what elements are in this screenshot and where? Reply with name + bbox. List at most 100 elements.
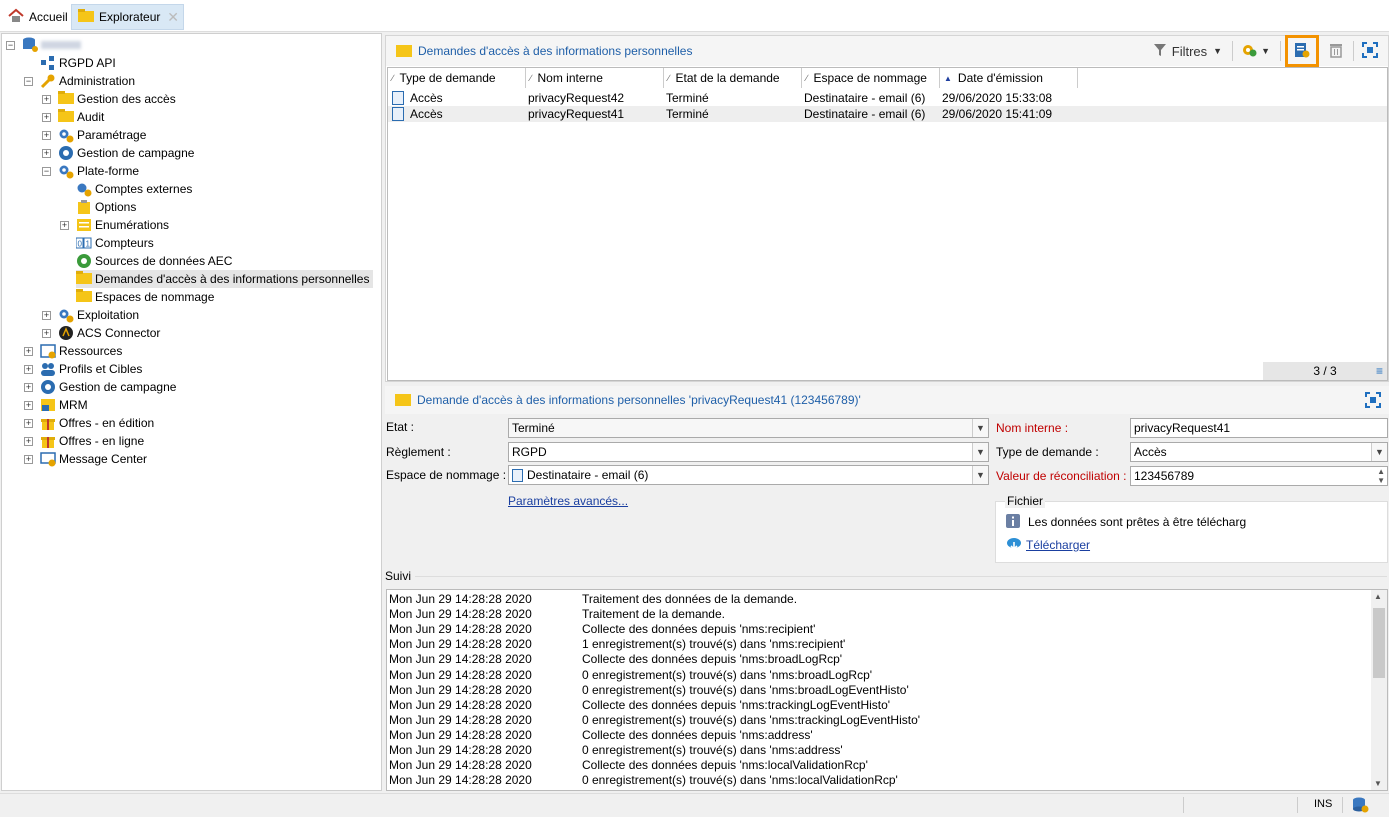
tree-item[interactable]: RGPD API	[40, 54, 120, 72]
request-grid: ∕ Type de demande ∕ Nom interne ∕ Etat de la …	[387, 67, 1388, 381]
tree-expander[interactable]: −	[6, 41, 15, 50]
sort-icon: ∕	[530, 73, 532, 83]
table-row[interactable]: Accès privacyRequest41 Terminé Destinataire…	[388, 106, 1387, 122]
tree-expander[interactable]: −	[24, 77, 33, 86]
tree-expander[interactable]: +	[42, 131, 51, 140]
tree-item-label: Plate-forme	[77, 164, 140, 178]
tree-expander[interactable]: +	[24, 347, 33, 356]
tree-expander[interactable]: +	[42, 113, 51, 122]
espace-value: Destinataire - email (6)	[527, 468, 649, 482]
new-request-button[interactable]	[1285, 35, 1319, 67]
espace-select[interactable]: Destinataire - email (6) ▼	[508, 465, 989, 485]
tree-item[interactable]: ACS Connector	[58, 324, 164, 342]
tree-item[interactable]: Plate-forme	[58, 162, 143, 180]
tree-item[interactable]: Enumérations	[76, 216, 173, 234]
tree-item[interactable]: Gestion des accès	[58, 90, 180, 108]
table-row[interactable]: Accès privacyRequest42 Terminé Destinataire…	[388, 90, 1387, 106]
tab-explorateur[interactable]: Explorateur ✕	[71, 4, 184, 30]
resources-icon	[40, 343, 56, 359]
column-header[interactable]: ∕ Type de demande	[388, 68, 526, 88]
divider	[1297, 797, 1298, 813]
download-link[interactable]: Télécharger	[1026, 538, 1090, 552]
delete-button[interactable]	[1329, 42, 1343, 61]
log-scrollbar[interactable]: ▲ ▼	[1371, 590, 1387, 790]
tree-expander[interactable]: −	[42, 167, 51, 176]
tree-expander[interactable]: +	[24, 401, 33, 410]
tree-item[interactable]: Exploitation	[58, 306, 143, 324]
tree-item[interactable]: Demandes d'accès à des informations pers…	[76, 270, 374, 288]
tree-expander[interactable]: +	[42, 95, 51, 104]
column-header[interactable]: ∕ Espace de nommage	[802, 68, 940, 88]
close-icon[interactable]: ✕	[167, 9, 179, 26]
tree-item-label: Gestion de campagne	[59, 380, 177, 394]
column-header-label: Type de demande	[399, 71, 496, 85]
tree-item-label: Espaces de nommage	[95, 290, 215, 304]
log-message: 0 enregistrement(s) trouvé(s) dans 'nms:…	[582, 743, 843, 757]
filters-button[interactable]: Filtres ▼	[1153, 43, 1222, 60]
column-header[interactable]: ▲ Date d'émission	[940, 68, 1078, 88]
tree-item[interactable]: Paramétrage	[58, 126, 150, 144]
nom-interne-field[interactable]: privacyRequest41	[1130, 418, 1388, 438]
reglement-select[interactable]: RGPD ▼	[508, 442, 989, 462]
database-icon[interactable]	[1351, 796, 1369, 817]
gears-icon	[58, 307, 74, 323]
tree-item-label: Paramétrage	[77, 128, 147, 142]
tree-item[interactable]: Administration	[40, 72, 139, 90]
scroll-down-icon[interactable]: ▼	[1374, 779, 1382, 788]
folder-icon	[395, 394, 411, 406]
chevron-down-icon[interactable]: ▼	[972, 466, 988, 484]
tree-item[interactable]: Sources de données AEC	[76, 252, 236, 270]
chevron-down-icon[interactable]: ▼	[1371, 443, 1387, 461]
tree-item[interactable]	[22, 36, 85, 54]
type-select[interactable]: Accès ▼	[1130, 442, 1388, 462]
toolbar-divider	[1280, 41, 1281, 61]
tree-expander[interactable]: +	[42, 311, 51, 320]
new-document-icon	[1294, 41, 1310, 62]
tree-expander[interactable]: +	[24, 419, 33, 428]
maximize-button[interactable]	[1362, 41, 1378, 61]
menu-lines-icon[interactable]: ≡	[1376, 364, 1383, 378]
log-date: Mon Jun 29 14:28:28 2020	[389, 637, 532, 652]
log-message: Collecte des données depuis 'nms:localVa…	[582, 758, 868, 773]
spinner-icon[interactable]: ▲ ▼	[1377, 467, 1385, 485]
log-list: Mon Jun 29 14:28:28 2020 Traitement des d…	[386, 589, 1388, 791]
scroll-thumb[interactable]	[1373, 608, 1385, 678]
tree-item[interactable]: Comptes externes	[76, 180, 196, 198]
tree-expander[interactable]: +	[24, 455, 33, 464]
list-toolbar: Filtres ▼ ▼	[1153, 35, 1388, 67]
tree-item[interactable]: Offres - en édition	[40, 414, 158, 432]
funnel-icon	[1153, 43, 1167, 60]
maximize-icon[interactable]	[1365, 392, 1381, 411]
actions-button[interactable]: ▼	[1241, 42, 1270, 61]
tree-item[interactable]: Profils et Cibles	[40, 360, 146, 378]
tree-expander[interactable]: +	[42, 329, 51, 338]
column-header[interactable]: ∕ Nom interne	[526, 68, 664, 88]
tree-expander[interactable]: +	[42, 149, 51, 158]
tree-item[interactable]: Message Center	[40, 450, 151, 468]
tree-item[interactable]: Offres - en ligne	[40, 432, 148, 450]
reconciliation-field[interactable]: 123456789 ▲ ▼	[1130, 466, 1388, 486]
tree-expander[interactable]: +	[24, 437, 33, 446]
tree-expander[interactable]: +	[24, 365, 33, 374]
column-header[interactable]: ∕ Etat de la demande	[664, 68, 802, 88]
advanced-params-link[interactable]: Paramètres avancés...	[508, 494, 628, 508]
tree-item[interactable]: Audit	[58, 108, 108, 126]
table-cell: Terminé	[666, 107, 709, 121]
tree-item-label: Options	[95, 200, 137, 214]
etat-field: Terminé ▼	[508, 418, 989, 438]
reglement-label: Règlement :	[386, 445, 451, 459]
tree-item[interactable]: 0 1 Compteurs	[75, 234, 158, 252]
tree-expander[interactable]: +	[60, 221, 69, 230]
tree-item[interactable]: MRM	[40, 396, 92, 414]
tree-item[interactable]: Options	[76, 198, 140, 216]
tab-accueil[interactable]: Accueil	[2, 4, 74, 30]
tree-item[interactable]: Gestion de campagne	[58, 144, 198, 162]
campaign-icon	[40, 379, 56, 395]
chevron-down-icon[interactable]: ▼	[972, 443, 988, 461]
scroll-up-icon[interactable]: ▲	[1374, 592, 1382, 601]
tree-item[interactable]: Gestion de campagne	[40, 378, 180, 396]
tree-expander[interactable]: +	[24, 383, 33, 392]
tree-item-label: Offres - en édition	[59, 416, 155, 430]
tree-item[interactable]: Ressources	[40, 342, 126, 360]
tree-item[interactable]: Espaces de nommage	[76, 288, 218, 306]
